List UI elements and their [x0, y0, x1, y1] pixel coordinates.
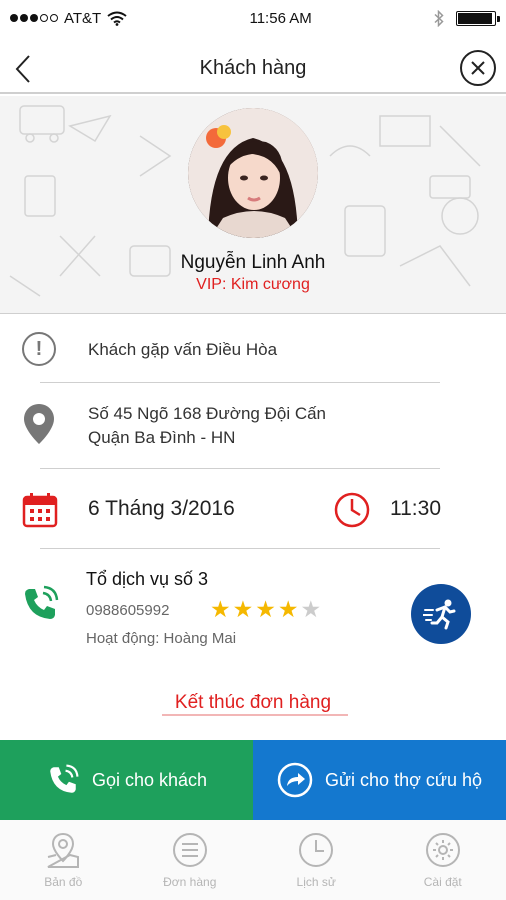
battery-icon: [456, 10, 500, 26]
clock-icon: [334, 492, 370, 528]
tab-orders[interactable]: Đơn hàng: [127, 820, 254, 900]
star-filled-icon: ★: [277, 596, 299, 622]
service-team-name: Tổ dịch vụ số 3: [86, 569, 209, 589]
clock-icon: [299, 833, 334, 867]
tab-label: Cài đặt: [423, 875, 462, 889]
tab-label: Đơn hàng: [163, 875, 217, 889]
divider: [40, 468, 440, 469]
tab-label: Lịch sử: [296, 875, 336, 889]
wifi-icon: [107, 11, 127, 26]
tab-bar: Bản đồ Đơn hàng Lịch sử Cài đặt: [0, 820, 506, 900]
vip-badge: VIP: Kim cương: [196, 276, 310, 293]
address-row: Số 45 Ngõ 168 Đường Đội Cấn Quận Ba Đình…: [0, 390, 506, 460]
tab-map[interactable]: Bản đồ: [0, 820, 127, 900]
phone-call-icon[interactable]: [20, 584, 60, 624]
battery-fill: [458, 12, 493, 24]
star-filled-icon: ★: [232, 596, 254, 622]
address-line-1: Số 45 Ngõ 168 Đường Đội Cấn: [88, 404, 326, 423]
alert-circle-icon: !: [22, 332, 56, 366]
calendar-icon: [22, 493, 58, 528]
carrier-label: AT&T: [64, 9, 102, 27]
dispatch-button[interactable]: [411, 584, 471, 644]
status-time: 11:56 AM: [249, 9, 312, 27]
star-empty-icon: ★: [300, 596, 322, 622]
bluetooth-icon: [434, 9, 444, 27]
tab-history[interactable]: Lịch sử: [253, 820, 380, 900]
close-icon: [471, 61, 485, 75]
share-arrow-icon: [277, 762, 313, 798]
schedule-row: 6 Tháng 3/2016 11:30: [0, 480, 506, 540]
rating-stars: ★ ★ ★ ★ ★: [210, 596, 321, 622]
star-filled-icon: ★: [255, 596, 276, 622]
chevron-left-icon: [15, 55, 30, 83]
running-man-icon: [423, 599, 456, 630]
back-button[interactable]: [8, 52, 38, 86]
divider: [40, 382, 440, 383]
call-customer-button[interactable]: Gọi cho khách: [0, 740, 253, 820]
divider: [40, 548, 440, 549]
signal-dots-icon: [10, 14, 58, 22]
issue-row: ! Khách gặp vấn Điều Hòa: [0, 324, 506, 376]
service-phone[interactable]: 0988605992: [86, 602, 169, 619]
close-button[interactable]: [460, 50, 496, 86]
send-to-rescuer-button[interactable]: Gửi cho thợ cứu hộ: [253, 740, 506, 820]
map-pin-icon: [24, 404, 54, 444]
status-left: AT&T: [10, 10, 127, 27]
gear-icon: [425, 833, 460, 867]
status-right: [434, 9, 500, 27]
page-title: Khách hàng: [199, 56, 307, 79]
phone-call-icon: [50, 764, 79, 793]
header: Khách hàng: [0, 44, 506, 94]
profile-section: Nguyễn Linh Anh VIP: Kim cương: [0, 96, 506, 314]
schedule-time: 11:30: [390, 497, 441, 520]
action-bar: Gọi cho khách Gửi cho thợ cứu hộ: [0, 740, 506, 820]
issue-text: Khách gặp vấn Điều Hòa: [88, 340, 278, 359]
list-icon: [172, 833, 207, 867]
address-line-2: Quận Ba Đình - HN: [88, 428, 236, 447]
star-filled-icon: ★: [210, 596, 231, 622]
finish-order-link[interactable]: Kết thúc đơn hàng: [0, 692, 506, 714]
tab-settings[interactable]: Cài đặt: [380, 820, 506, 900]
call-customer-label: Gọi cho khách: [91, 769, 208, 790]
map-icon: [47, 832, 80, 868]
avatar: [188, 108, 318, 238]
customer-name: Nguyễn Linh Anh: [180, 252, 326, 273]
service-area: Hoạt động: Hoàng Mai: [86, 630, 237, 647]
send-to-rescuer-label: Gửi cho thợ cứu hộ: [325, 769, 482, 790]
finish-underline: [162, 714, 348, 716]
tab-label: Bản đồ: [44, 875, 83, 889]
schedule-date: 6 Tháng 3/2016: [88, 497, 235, 520]
avatar-portrait: [188, 108, 318, 238]
service-row: Tổ dịch vụ số 3 0988605992 ★ ★ ★ ★ ★ Hoạt độ…: [0, 560, 506, 660]
status-bar: AT&T 11:56 AM: [0, 0, 506, 36]
